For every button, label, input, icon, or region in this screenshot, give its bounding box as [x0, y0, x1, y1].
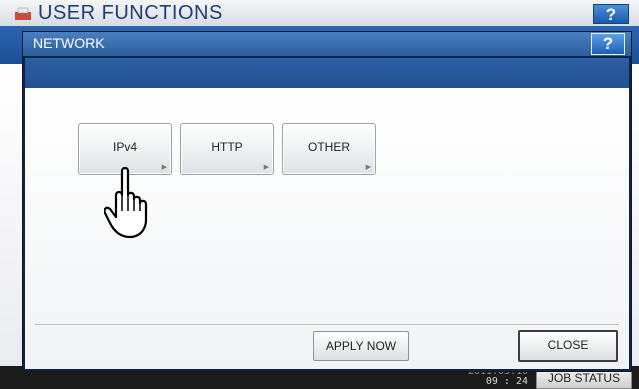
content-divider	[35, 324, 619, 325]
dialog-titlebar: NETWORK ?	[23, 32, 631, 56]
dialog-content: IPv4 ▶ HTTP ▶ OTHER ▶ APPLY NOW CLOSE	[25, 88, 629, 369]
chevron-right-icon: ▶	[365, 164, 371, 171]
pointing-hand-icon	[104, 166, 148, 239]
network-dialog: NETWORK ? IPv4 ▶ HTTP ▶ OTHER ▶ APPLY NO…	[22, 31, 632, 372]
clock-time: 09 : 24	[485, 376, 528, 387]
dialog-band	[25, 58, 629, 88]
background-title: USER FUNCTIONS	[38, 2, 223, 24]
http-button[interactable]: HTTP ▶	[180, 123, 274, 175]
other-label: OTHER	[308, 140, 350, 154]
ipv4-label: IPv4	[112, 140, 137, 154]
apply-now-button[interactable]: APPLY NOW	[313, 331, 409, 361]
chevron-right-icon: ▶	[161, 164, 167, 171]
dialog-help-button[interactable]: ?	[591, 33, 625, 55]
close-button[interactable]: CLOSE	[518, 330, 618, 362]
other-button[interactable]: OTHER ▶	[282, 123, 376, 175]
chevron-right-icon: ▶	[263, 164, 269, 171]
background-header: USER FUNCTIONS ?	[0, 0, 639, 26]
dialog-title: NETWORK	[33, 35, 105, 51]
printer-icon	[15, 7, 31, 20]
background-help-button[interactable]: ?	[593, 4, 629, 24]
http-label: HTTP	[211, 140, 243, 154]
